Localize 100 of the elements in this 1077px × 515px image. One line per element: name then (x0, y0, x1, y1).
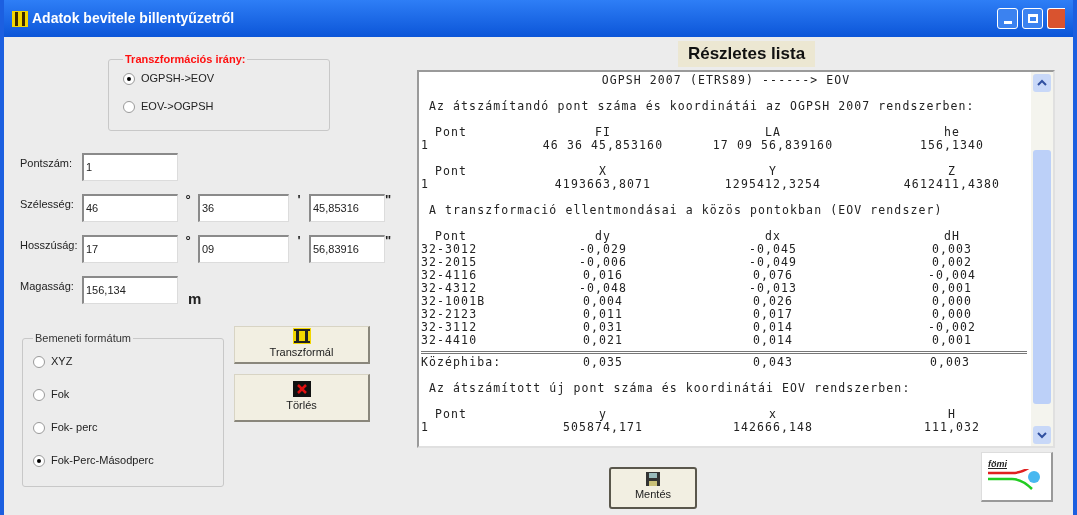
unit-mark: " (385, 194, 393, 206)
scroll-thumb[interactable] (1033, 149, 1051, 404)
column-header: Pont (434, 229, 469, 243)
close-button[interactable] (1047, 8, 1065, 29)
field-label: Magasság: (19, 279, 75, 294)
table-cell-text: 32-1001B (421, 294, 487, 308)
radio-button[interactable] (33, 388, 45, 401)
unit-mark: ' (296, 235, 302, 247)
table-cell-text: -0,048 (577, 281, 629, 295)
table-cell-text: 46 36 45,853160 (541, 138, 665, 152)
report-heading: OGPSH 2007 (ETRS89) ------> EOV (601, 72, 851, 87)
radio-label: OGPSH->EOV (141, 71, 215, 87)
table-cell-text: -0,006 (577, 255, 629, 269)
input-field[interactable]: 46 (82, 194, 178, 222)
radio-button[interactable] (123, 72, 135, 85)
table-cell-text: 32-2123 (421, 307, 479, 321)
table-cell-text: 32-3112 (421, 320, 479, 334)
table-cell-text: Középhiba: (421, 355, 503, 369)
column-header: x (768, 407, 778, 421)
unit-label: m (188, 288, 202, 309)
table-cell-text: 0,043 (751, 355, 795, 369)
table-cell-text: 505874,171 (561, 420, 645, 434)
column-header: he (942, 125, 962, 139)
radio-button[interactable] (33, 454, 45, 467)
table-cell-text: -0,002 (926, 320, 978, 334)
table-cell-text: 0,031 (581, 320, 625, 334)
input-field[interactable]: 45,85316 (309, 194, 385, 222)
column-header: y (599, 407, 607, 421)
table-cell-text: 0,017 (751, 307, 795, 321)
report-text: Az átszámított új pont száma és koordinátái EOV rendszerben: (428, 380, 911, 395)
scrollbar[interactable] (1031, 71, 1053, 446)
radio-button[interactable] (33, 355, 45, 368)
panel-title: Részletes lista (677, 41, 816, 67)
column-header: H (947, 407, 957, 421)
column-header: dx (763, 229, 783, 243)
maximize-button[interactable] (1022, 8, 1043, 29)
table-cell-text: -0,029 (577, 242, 629, 256)
column-header: Y (768, 164, 778, 178)
table-cell-text: -0,004 (926, 268, 978, 282)
table-cell-text: 32-4410 (421, 333, 479, 347)
column-header: X (598, 164, 608, 178)
table-cell-text: 0,011 (581, 307, 625, 321)
minimize-button[interactable] (997, 8, 1018, 29)
logo-text: fömi (988, 458, 1008, 469)
radio-label: Fok-Perc-Másodperc (51, 453, 154, 469)
table-cell-text: 32-3012 (421, 242, 479, 256)
table-cell-text: 0,003 (930, 242, 974, 256)
input-field[interactable]: 17 (82, 235, 178, 263)
table-cell-text: 0,001 (931, 281, 973, 295)
table-cell-text: 32-2015 (421, 255, 479, 269)
table-cell-text: 0,000 (930, 307, 974, 321)
input-field[interactable]: 156,134 (82, 276, 178, 304)
table-cell-text: 1 (421, 138, 431, 152)
table-cell-text: 0,021 (581, 333, 625, 347)
radio-label: EOV->OGPSH (141, 99, 214, 115)
table-cell-text: 0,002 (930, 255, 974, 269)
table-cell-text: 0,004 (582, 294, 624, 308)
table-cell-text: 0,026 (752, 294, 794, 308)
input-field[interactable]: 09 (198, 235, 289, 263)
table-cell-text: -0,049 (747, 255, 799, 269)
field-label: Pontszám: (19, 156, 73, 171)
group-title: Transzformációs irány: (124, 52, 247, 67)
delete-button[interactable]: Törlés (234, 374, 370, 422)
input-field[interactable]: 1 (82, 153, 178, 181)
report-text: Az átszámítandó pont száma és koordinátái az OGPSH 2007 rendszerben: (428, 98, 975, 113)
transform-button[interactable]: Transzformál (234, 326, 370, 364)
table-cell-text: 1 (421, 177, 431, 191)
column-header: Pont (434, 407, 469, 421)
table-cell-text: 4193663,8071 (553, 177, 653, 191)
table-cell-text: 0,016 (582, 268, 624, 282)
window-title: Adatok bevitele billentyűzetről (32, 9, 235, 28)
table-cell-text: 0,003 (928, 355, 972, 369)
input-field[interactable]: 56,83916 (309, 235, 385, 263)
table-cell-text: 1 (421, 420, 431, 434)
delete-icon (292, 381, 311, 398)
unit-mark: ° (184, 194, 192, 206)
table-cell-text: 4612411,4380 (902, 177, 1002, 191)
column-header: dy (594, 229, 612, 243)
column-header: Pont (434, 125, 469, 139)
report-text: A transzformació ellentmondásai a közös pontokban (EOV rendszer) (428, 202, 943, 217)
unit-mark: " (385, 235, 393, 247)
column-header: FI (593, 125, 613, 139)
table-cell-text: 0,035 (581, 355, 625, 369)
table-cell-text: 0,000 (930, 294, 974, 308)
table-cell-text: 142666,148 (731, 420, 815, 434)
table-cell-text: 0,014 (751, 320, 795, 334)
table-cell-text: 1295412,3254 (723, 177, 823, 191)
radio-label: XYZ (51, 354, 73, 370)
input-field[interactable]: 36 (198, 194, 289, 222)
table-cell-text: 32-4312 (421, 281, 479, 295)
column-header: dH (942, 229, 962, 243)
scroll-up-icon[interactable] (1033, 73, 1051, 92)
radio-button[interactable] (33, 421, 45, 434)
column-header: Z (947, 164, 957, 178)
save-button[interactable]: Mentés (609, 466, 697, 509)
radio-button[interactable] (123, 100, 135, 113)
table-cell-text: 0,014 (751, 333, 795, 347)
table-cell-text: -0,013 (747, 281, 799, 295)
scroll-down-icon[interactable] (1033, 425, 1051, 444)
group-title: Bemeneti formátum (34, 331, 132, 346)
